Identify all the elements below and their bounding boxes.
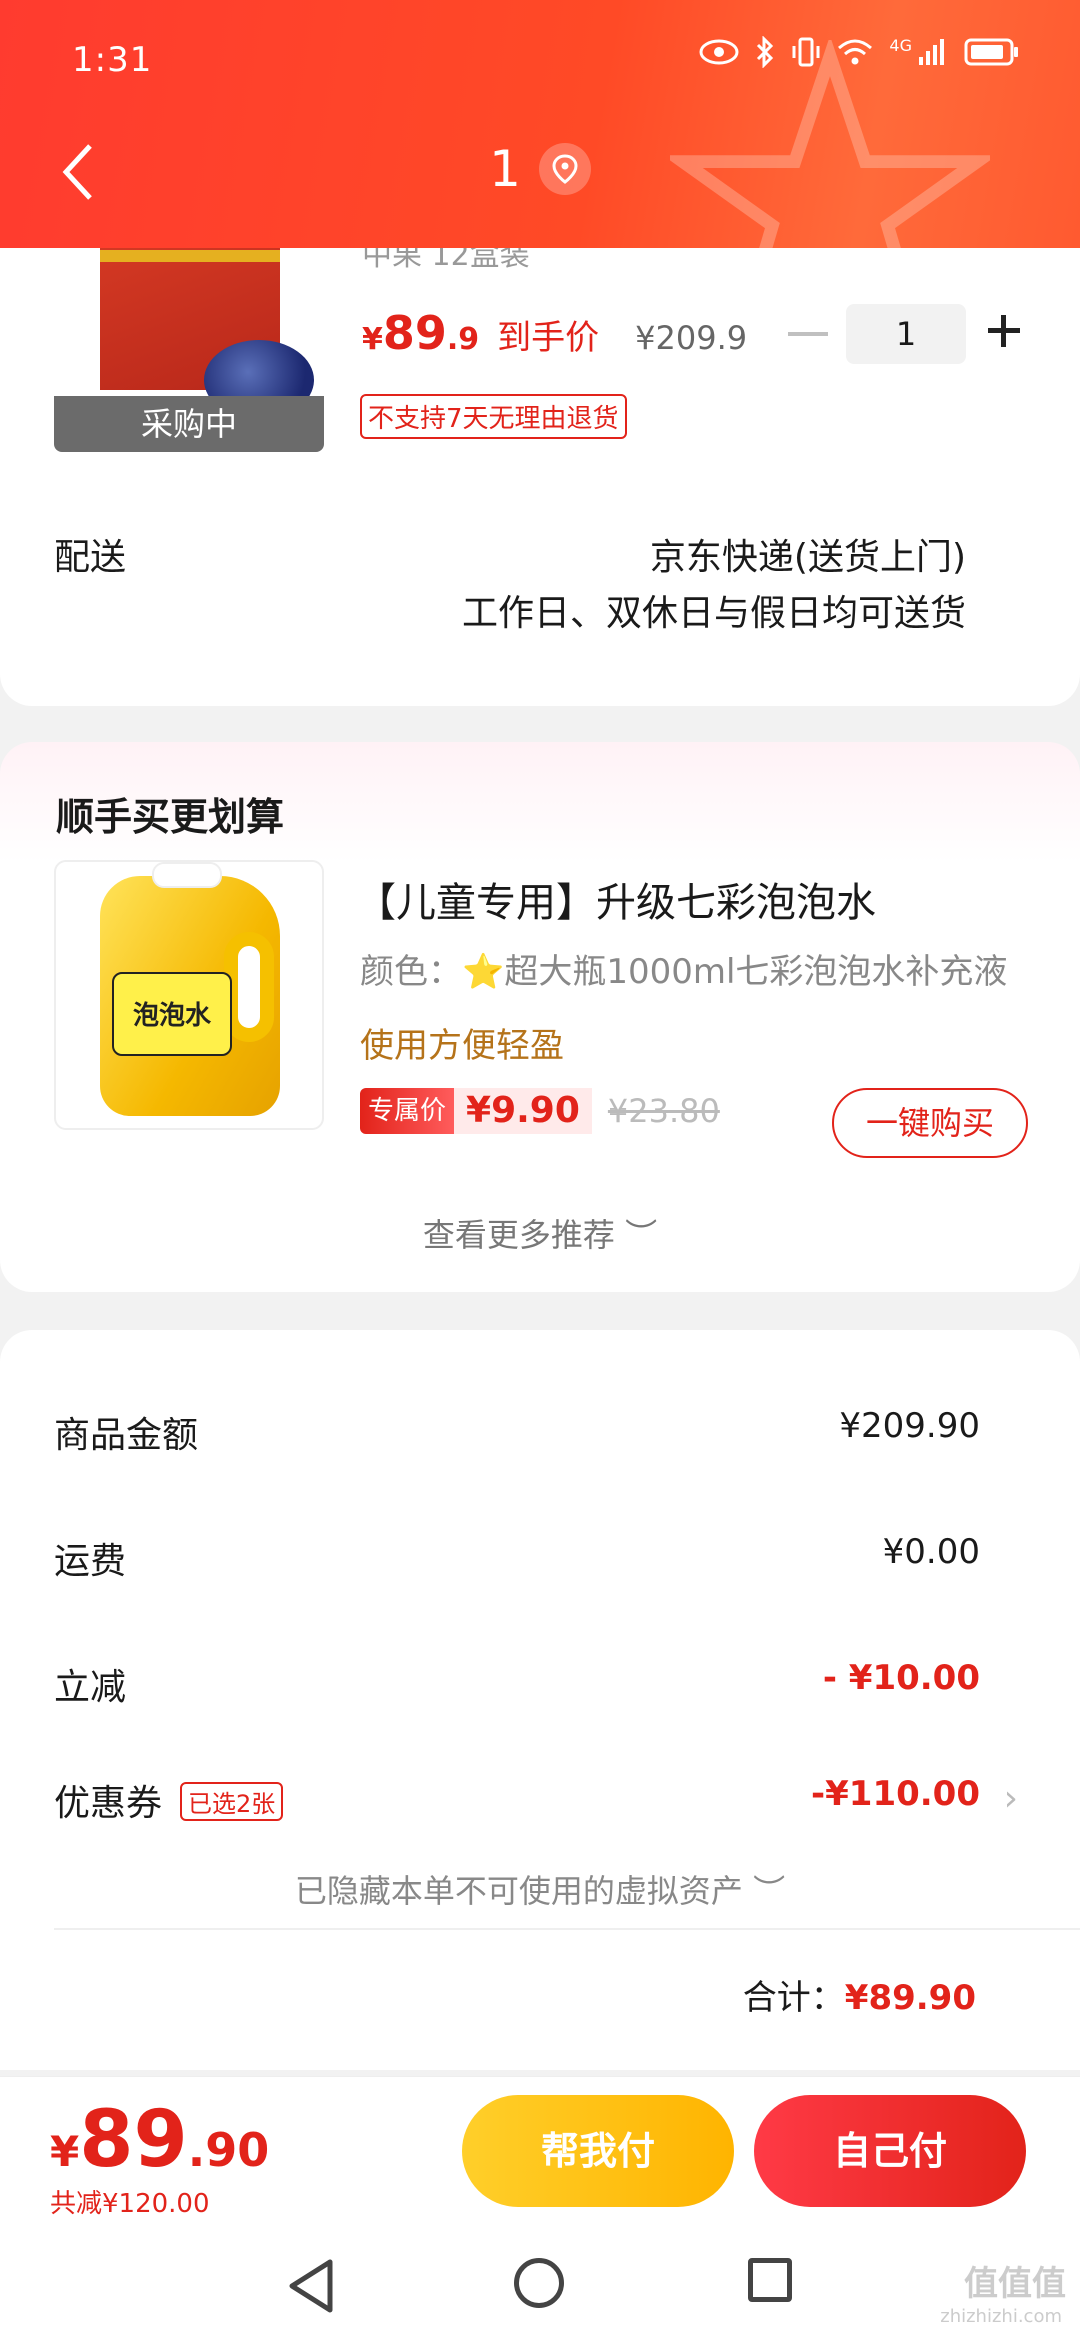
color-prefix: 颜色：: [360, 952, 462, 992]
gift-box-stripe: [100, 250, 280, 262]
goods-amount-value: ¥209.90: [839, 1406, 980, 1446]
exclusive-price-tag: 专属价: [360, 1088, 455, 1134]
goods-amount-label: 商品金额: [54, 1415, 199, 1456]
color-value: 超大瓶1000ml七彩泡泡水补充液: [504, 952, 1008, 992]
recommend-title: 顺手买更划算: [56, 795, 285, 839]
quantity-plus-button[interactable]: [988, 310, 1028, 350]
bluetooth-icon: [757, 36, 774, 68]
system-navigation-bar: 值值值 zhizhizhi.com: [0, 2236, 1080, 2340]
status-time: 1:31: [72, 40, 153, 80]
price-symbol: ¥: [362, 322, 383, 357]
bottom-price-symbol: ¥: [50, 2127, 80, 2176]
battery-icon: [964, 38, 1018, 66]
nav-back-icon[interactable]: [286, 2258, 338, 2314]
nav-title: 1: [0, 140, 1080, 198]
recommend-card: 顺手买更划算 泡泡水 【儿童专用】升级七彩泡泡水 颜色：⭐超大瓶1000ml七彩…: [0, 742, 1080, 1292]
shipping-method[interactable]: 京东快递(送货上门): [650, 528, 966, 580]
view-more-recommend-link[interactable]: 查看更多推荐 ︶: [0, 1210, 1080, 1256]
bottle-label: 泡泡水: [112, 972, 232, 1056]
shipping-schedule[interactable]: 工作日、双休日与假日均可送货: [462, 584, 966, 636]
bottom-total-price: ¥ 89 .90: [50, 2095, 269, 2185]
hidden-assets-toggle[interactable]: 已隐藏本单不可使用的虚拟资产 ︶: [0, 1866, 1080, 1912]
no-return-badge: 不支持7天无理由退货: [360, 394, 627, 439]
network-type: 4G: [889, 35, 912, 55]
original-price: ¥209.9: [635, 319, 748, 357]
instant-discount-label: 立减: [54, 1667, 127, 1708]
price-label: 到手价: [497, 318, 600, 358]
pay-myself-button[interactable]: 自己付: [754, 2095, 1026, 2207]
recommend-tagline: 使用方便轻盈: [360, 1026, 564, 1066]
total-row: 合计：¥89.90: [743, 1970, 976, 2019]
freight-row: 运费 ¥0.00: [54, 1532, 1080, 1582]
top-header: 1:31 4G 1: [0, 0, 1080, 248]
recommend-product-image[interactable]: 泡泡水: [54, 860, 324, 1130]
instant-discount-row: 立减 - ¥10.00: [54, 1658, 1080, 1708]
one-click-buy-button[interactable]: 一键购买: [832, 1088, 1028, 1158]
price-decimal: .9: [446, 322, 480, 357]
bottom-action-bar: ¥ 89 .90 共减¥120.00 帮我付 自己付: [0, 2076, 1080, 2236]
watermark-url: zhizhizhi.com: [940, 2306, 1062, 2327]
bottle-cap: [152, 862, 222, 888]
wifi-icon: [838, 39, 873, 65]
location-pin-icon[interactable]: [538, 143, 591, 195]
bottom-price-integer: 89: [79, 2095, 188, 2185]
star-icon: ⭐: [462, 952, 505, 992]
product-card: 采购中 中果 12盒装 ¥ 89 .9 到手价 ¥209.9 1 不支持7天无理…: [0, 200, 1080, 706]
shipping-label: 配送: [54, 537, 127, 578]
coupon-value: -¥110.00: [811, 1774, 980, 1814]
total-value: ¥89.90: [844, 1978, 976, 2018]
instant-discount-value: - ¥10.00: [822, 1658, 980, 1698]
total-saved-text: 共减¥120.00: [50, 2189, 210, 2219]
vibrate-icon: [792, 37, 820, 67]
exclusive-price: ¥9.90: [454, 1088, 592, 1134]
nav-home-icon[interactable]: [514, 2258, 564, 2308]
recommend-product-color: 颜色：⭐超大瓶1000ml七彩泡泡水补充液: [360, 944, 1007, 993]
recommend-price-row: 专属价 ¥9.90 ¥23.80: [360, 1088, 720, 1134]
recommend-product-name[interactable]: 【儿童专用】升级七彩泡泡水: [356, 870, 876, 928]
coupon-label: 优惠券: [54, 1783, 163, 1824]
freight-label: 运费: [54, 1541, 127, 1582]
quantity-minus-button[interactable]: [788, 332, 828, 336]
signal-icon: [919, 39, 944, 65]
order-summary-card: 商品金额 ¥209.90 运费 ¥0.00 立减 - ¥10.00 优惠券 已选2…: [0, 1330, 1080, 2070]
quantity-input[interactable]: 1: [846, 304, 966, 364]
coupon-label-wrap: 优惠券 已选2张: [54, 1774, 284, 1826]
address-count[interactable]: 1: [489, 140, 521, 198]
chevron-right-icon[interactable]: ›: [1004, 1778, 1018, 1819]
coupon-row[interactable]: 优惠券 已选2张 -¥110.00 ›: [54, 1774, 1080, 1824]
nav-recents-icon[interactable]: [748, 2258, 792, 2302]
status-icons: 4G: [699, 36, 1020, 68]
price-integer: 89: [382, 306, 447, 360]
help-me-pay-button[interactable]: 帮我付: [462, 2095, 734, 2207]
goods-amount-row: 商品金额 ¥209.90: [54, 1406, 1080, 1456]
purchasing-status-tag: 采购中: [54, 396, 324, 452]
product-price: ¥ 89 .9 到手价 ¥209.9: [362, 306, 747, 360]
watermark-logo: 值值值: [964, 2264, 1066, 2304]
recommend-original-price: ¥23.80: [607, 1092, 720, 1130]
total-label: 合计：: [742, 1978, 845, 2018]
coupon-selected-badge: 已选2张: [180, 1781, 284, 1821]
divider: [54, 1928, 1080, 1930]
eye-icon: [699, 39, 739, 65]
freight-value: ¥0.00: [882, 1532, 980, 1572]
bottom-price-decimal: .90: [187, 2123, 270, 2177]
